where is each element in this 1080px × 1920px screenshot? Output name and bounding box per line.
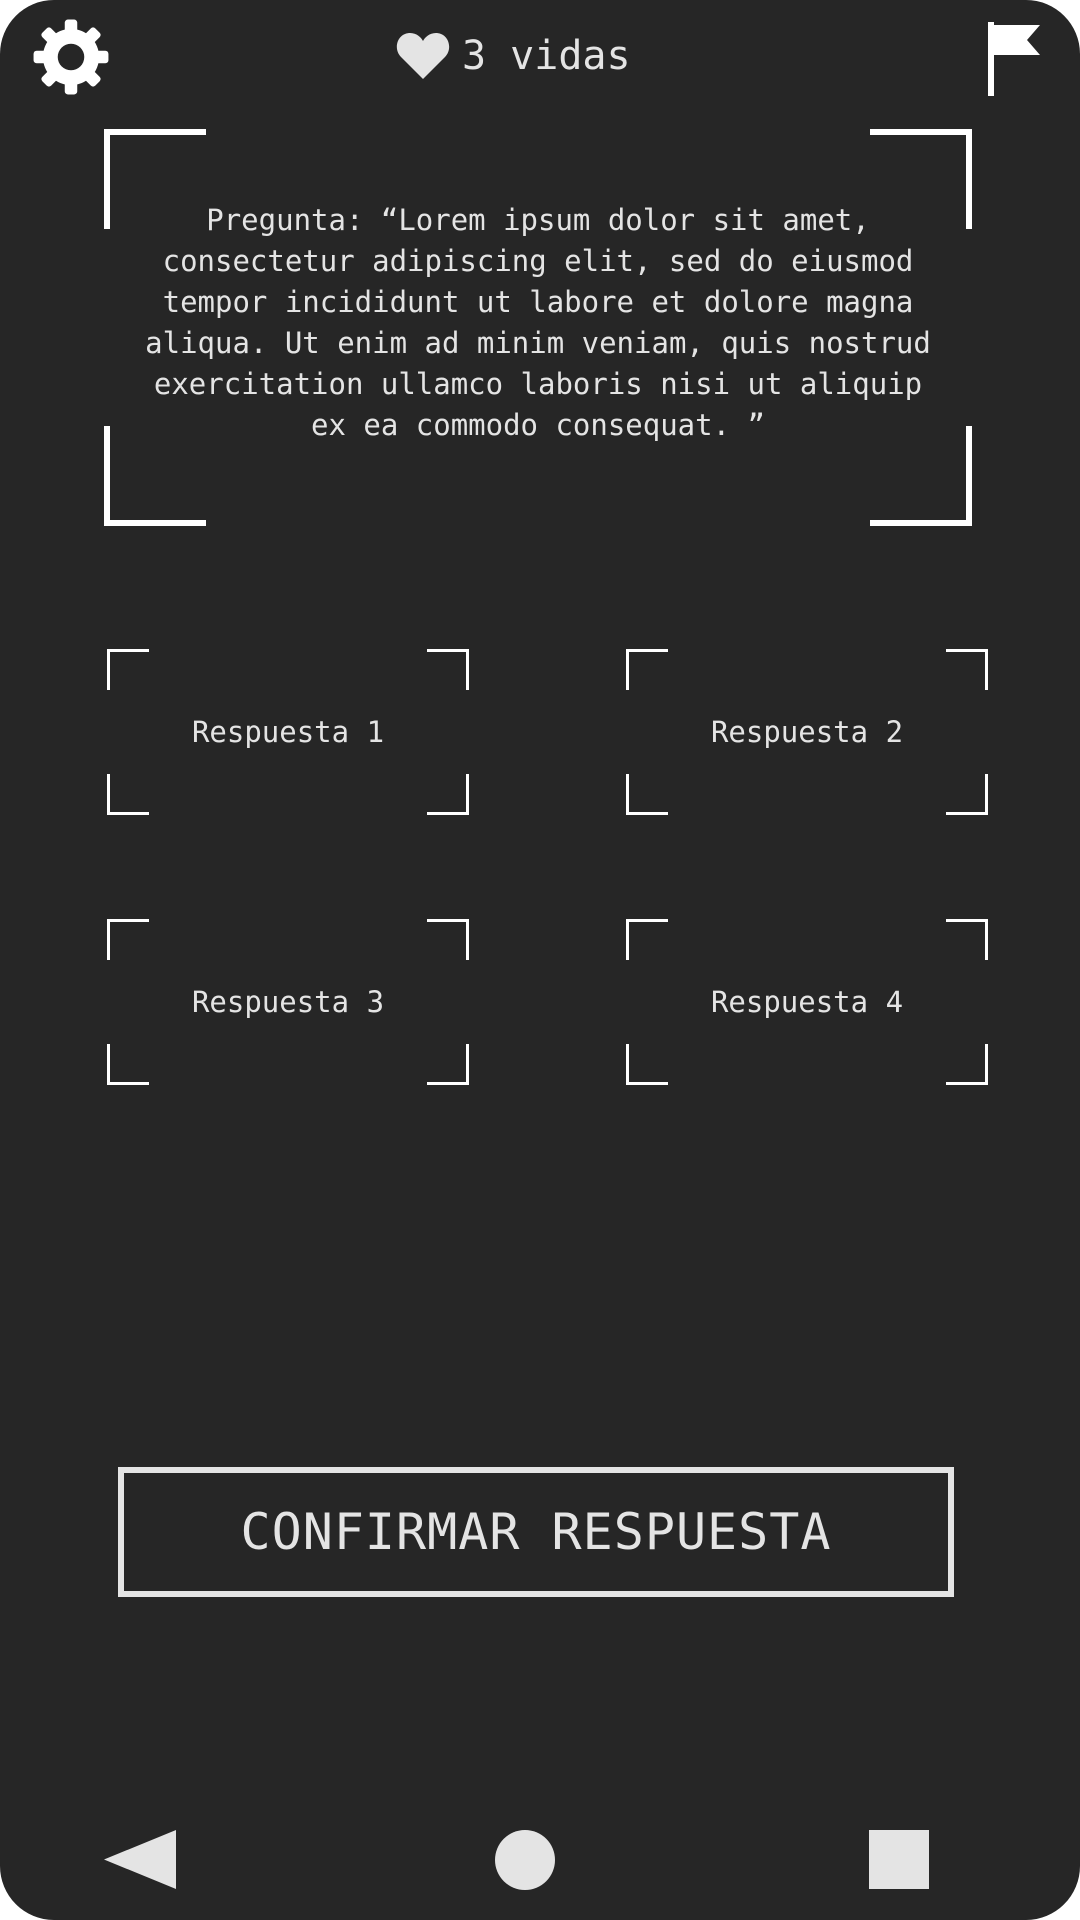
answer-label: Respuesta 2 <box>710 715 904 749</box>
answer-option-3[interactable]: Respuesta 3 <box>107 919 469 1085</box>
answer-label: Respuesta 4 <box>710 985 904 1019</box>
home-circle-icon[interactable] <box>495 1830 555 1890</box>
lives-count: 3 vidas <box>462 33 631 79</box>
lives-indicator: 3 vidas <box>396 30 631 82</box>
recents-square-icon[interactable] <box>869 1830 929 1889</box>
heart-icon <box>396 32 450 79</box>
answer-option-4[interactable]: Respuesta 4 <box>626 919 988 1085</box>
gear-icon[interactable] <box>32 18 110 96</box>
answer-label: Respuesta 1 <box>191 715 385 749</box>
question-text: Pregunta: “Lorem ipsum dolor sit amet, c… <box>145 203 931 442</box>
flag-icon[interactable] <box>984 22 1044 96</box>
answer-option-1[interactable]: Respuesta 1 <box>107 649 469 815</box>
back-triangle-icon[interactable] <box>104 1830 176 1889</box>
answer-option-2[interactable]: Respuesta 2 <box>626 649 988 815</box>
quiz-screen: 3 vidas Pregunta: “Lorem ipsum dolor sit… <box>0 0 1080 1920</box>
confirm-answer-button[interactable]: CONFIRMAR RESPUESTA <box>118 1467 954 1597</box>
answer-label: Respuesta 3 <box>191 985 385 1019</box>
